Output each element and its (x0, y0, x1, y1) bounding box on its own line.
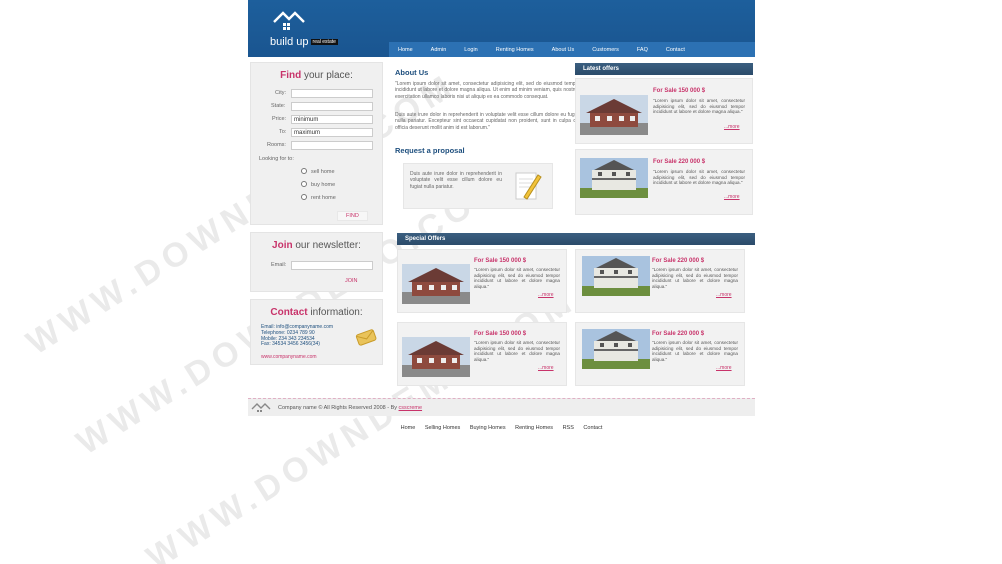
more-link[interactable]: ...more (538, 292, 554, 298)
nav-faq[interactable]: FAQ (628, 47, 657, 53)
footer-nav: Home Selling Homes Buying Homes Renting … (248, 425, 755, 431)
more-link[interactable]: ...more (724, 194, 740, 200)
contact-title: Contact information: (270, 307, 363, 318)
about-text-1: "Lorem ipsum dolor sit amet, consectetur… (395, 81, 580, 100)
about-title: About Us (395, 68, 429, 77)
house-photo-icon (580, 158, 648, 198)
city-label: City: (275, 90, 286, 96)
price-input[interactable]: minimum (291, 115, 373, 124)
more-link[interactable]: ...more (538, 365, 554, 371)
buy-radio[interactable] (301, 181, 307, 187)
copyright: Company name © All Rights Reserved 2008 … (278, 405, 423, 411)
to-label: To: (279, 129, 287, 135)
newsletter-panel: Join our newsletter: Email: JOIN (250, 232, 383, 292)
contact-panel: Contact information: Email: info@company… (250, 299, 383, 365)
footer: Company name © All Rights Reserved 2008 … (248, 398, 755, 416)
logo[interactable]: build up real estate (270, 10, 350, 50)
footer-buying-homes[interactable]: Buying Homes (470, 425, 506, 431)
rent-radio[interactable] (301, 194, 307, 200)
footer-contact[interactable]: Contact (583, 425, 602, 431)
price-label: Price: (272, 116, 287, 122)
footer-selling-homes[interactable]: Selling Homes (425, 425, 460, 431)
house-photo-icon (402, 264, 470, 304)
offer-price[interactable]: For Sale 150 000 $ (653, 88, 705, 94)
logo-text: build up real estate (270, 36, 338, 48)
contact-fax: Fax: 34534 3456 3456(34) (261, 341, 320, 348)
notepad-pencil-icon (515, 172, 542, 200)
main-nav: Home Admin Login Renting Homes About Us … (389, 42, 755, 57)
footer-rss[interactable]: RSS (563, 425, 574, 431)
nav-contact[interactable]: Contact (657, 47, 694, 53)
latest-offer-card[interactable]: For Sale 150 000 $ "Lorem ipsum dolor si… (575, 78, 753, 144)
nav-admin[interactable]: Admin (422, 47, 456, 53)
offer-text: "Lorem ipsum dolor sit amet, consectetur… (653, 98, 745, 115)
city-input[interactable] (291, 89, 373, 98)
contact-details: Email: info@companyname.com Telephone: 0… (261, 324, 333, 348)
special-offer-card[interactable]: For Sale 220 000 $ "Lorem ipsum dolor si… (575, 322, 745, 386)
special-offer-card[interactable]: For Sale 150 000 $ "Lorem ipsum dolor si… (397, 249, 567, 313)
find-button[interactable]: FIND (337, 211, 368, 221)
special-offers-bar: Special Offers (397, 233, 755, 245)
looking-label: Looking for to: (259, 156, 294, 162)
rent-label: rent home (311, 195, 336, 201)
state-label: State: (271, 103, 286, 109)
request-box[interactable]: Duis aute irure dolor in reprehenderit i… (403, 163, 553, 209)
newsletter-title: Join our newsletter: (272, 240, 361, 251)
rooms-label: Rooms: (267, 142, 286, 148)
request-title: Request a proposal (395, 146, 465, 155)
newsletter-email-input[interactable] (291, 261, 373, 270)
offer-text: "Lorem ipsum dolor sit amet, consectetur… (653, 169, 745, 186)
buy-label: buy home (311, 182, 336, 188)
to-input[interactable]: maximum (291, 128, 373, 137)
nav-about-us[interactable]: About Us (543, 47, 584, 53)
sell-radio[interactable] (301, 168, 307, 174)
sell-label: sell home (311, 169, 335, 175)
offer-text: "Lorem ipsum dolor sit amet, consectetur… (474, 340, 560, 362)
house-photo-icon (580, 95, 648, 135)
rooms-input[interactable] (291, 141, 373, 150)
nav-renting-homes[interactable]: Renting Homes (487, 47, 543, 53)
offer-price[interactable]: For Sale 220 000 $ (653, 159, 705, 165)
offer-price[interactable]: For Sale 150 000 $ (474, 331, 526, 337)
find-title: Find your place: (280, 70, 353, 81)
page: WWW.DOWNDEMO.COM WWW.DOWNDEMO.COM WWW.DO… (0, 0, 1002, 564)
house-logo-icon (251, 403, 271, 412)
email-label: Email: (271, 262, 287, 268)
offer-price[interactable]: For Sale 150 000 $ (474, 258, 526, 264)
offer-text: "Lorem ipsum dolor sit amet, consectetur… (652, 267, 738, 289)
envelope-icon (355, 329, 377, 346)
house-photo-icon (582, 256, 650, 296)
footer-home[interactable]: Home (401, 425, 416, 431)
house-photo-icon (402, 337, 470, 377)
latest-offers-bar: Latest offers (575, 63, 753, 75)
site: build up real estate Home Admin Login Ren… (248, 0, 755, 440)
nav-customers[interactable]: Customers (583, 47, 628, 53)
more-link[interactable]: ...more (716, 292, 732, 298)
contact-website-link[interactable]: www.companyname.com (261, 354, 317, 360)
nav-login[interactable]: Login (455, 47, 486, 53)
join-button[interactable]: JOIN (337, 277, 366, 285)
latest-offer-card[interactable]: For Sale 220 000 $ "Lorem ipsum dolor si… (575, 149, 753, 215)
offer-price[interactable]: For Sale 220 000 $ (652, 331, 704, 337)
about-text-2: Duis aute irure dolor in reprehenderit i… (395, 112, 580, 131)
header: build up real estate Home Admin Login Ren… (248, 0, 755, 57)
offer-text: "Lorem ipsum dolor sit amet, consectetur… (474, 267, 560, 289)
house-photo-icon (582, 329, 650, 369)
footer-renting-homes[interactable]: Renting Homes (515, 425, 553, 431)
offer-price[interactable]: For Sale 220 000 $ (652, 258, 704, 264)
nav-home[interactable]: Home (389, 47, 422, 53)
request-text: Duis aute irure dolor in reprehenderit i… (410, 171, 502, 190)
offer-text: "Lorem ipsum dolor sit amet, consectetur… (652, 340, 738, 362)
house-logo-icon (273, 11, 305, 30)
special-offer-card[interactable]: For Sale 150 000 $ "Lorem ipsum dolor si… (397, 322, 567, 386)
more-link[interactable]: ...more (724, 124, 740, 130)
state-input[interactable] (291, 102, 373, 111)
more-link[interactable]: ...more (716, 365, 732, 371)
credit-link[interactable]: csscreme (399, 405, 423, 411)
find-panel: Find your place: City: State: Price: min… (250, 62, 383, 225)
special-offer-card[interactable]: For Sale 220 000 $ "Lorem ipsum dolor si… (575, 249, 745, 313)
